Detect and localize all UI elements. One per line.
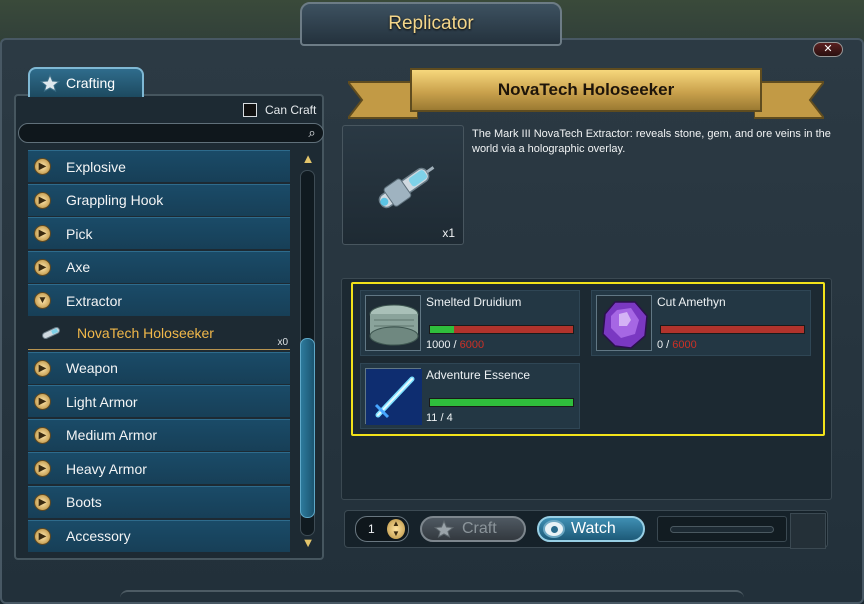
banner-ribbon-right <box>754 81 824 119</box>
material-have: 1000 <box>426 339 451 351</box>
material-separator: / <box>663 339 673 351</box>
quantity-spin-icon[interactable]: ▲ ▼ <box>387 519 405 539</box>
material-amount: 0 / 6000 <box>657 339 697 351</box>
window-bottom-frame <box>120 590 744 604</box>
arrow-right-icon: ▶ <box>34 258 51 276</box>
eye-icon <box>543 520 565 538</box>
material-amount: 1000 / 6000 <box>426 339 484 351</box>
close-button[interactable]: ✕ <box>813 42 843 57</box>
category-item[interactable]: ▶ Weapon <box>28 351 290 384</box>
category-label: Boots <box>66 494 102 511</box>
watch-button[interactable]: Watch <box>537 516 645 542</box>
essence-sword-icon <box>365 368 422 425</box>
category-item[interactable]: ▶ Boots <box>28 485 290 518</box>
item-title-banner: NovaTech Holoseeker <box>410 68 762 112</box>
material-adventure-essence[interactable]: Adventure Essence 11 / 4 <box>360 363 580 429</box>
craft-button[interactable]: Craft <box>420 516 526 542</box>
arrow-right-icon: ▶ <box>34 225 51 243</box>
window-title-tab: Replicator <box>300 2 562 46</box>
category-label: NovaTech Holoseeker <box>77 325 214 342</box>
material-progress-bar <box>429 398 574 407</box>
material-smelted-druidium[interactable]: Smelted Druidium 1000 / 6000 <box>360 290 580 356</box>
category-item[interactable]: ▶ Grappling Hook <box>28 183 290 216</box>
material-need: 4 <box>446 412 453 424</box>
item-description: The Mark III NovaTech Extractor: reveals… <box>472 128 831 155</box>
arrow-right-icon: ▶ <box>34 158 51 175</box>
quantity-value[interactable]: 1 <box>368 522 375 536</box>
close-icon: ✕ <box>823 43 833 55</box>
category-item[interactable]: ▶ Medium Armor <box>28 418 290 451</box>
craft-progress-track <box>670 526 774 533</box>
amethyn-gem-icon <box>596 295 652 351</box>
item-preview[interactable]: x1 <box>342 125 464 245</box>
material-progress-bar <box>429 325 574 334</box>
arrow-right-icon: ▶ <box>34 393 51 411</box>
arrow-right-icon: ▶ <box>34 191 51 209</box>
category-label: Light Armor <box>66 393 138 410</box>
craft-progress-bar <box>657 516 787 542</box>
craft-star-icon <box>434 520 454 538</box>
category-label: Weapon <box>66 360 118 377</box>
crafting-star-icon <box>40 74 60 92</box>
scroll-down-arrow-icon[interactable]: ▼ <box>299 536 317 550</box>
category-item[interactable]: ▶ Heavy Armor <box>28 452 290 485</box>
holoseeker-small-icon <box>42 327 60 340</box>
material-name: Smelted Druidium <box>426 295 522 309</box>
arrow-right-icon: ▶ <box>34 493 51 511</box>
craft-button-label: Craft <box>462 520 497 537</box>
material-name: Adventure Essence <box>426 368 531 382</box>
arrow-right-icon: ▶ <box>34 359 51 377</box>
category-label: Extractor <box>66 292 123 309</box>
window-title: Replicator <box>388 13 474 34</box>
tab-crafting[interactable]: Crafting <box>28 67 144 97</box>
arrow-right-icon: ▶ <box>34 426 51 444</box>
search-icon[interactable]: ⌕ <box>302 124 322 142</box>
material-need: 6000 <box>459 339 485 351</box>
search-input[interactable] <box>18 123 324 143</box>
arrow-right-icon: ▶ <box>34 460 51 478</box>
category-item[interactable]: ▶ Explosive <box>28 150 290 182</box>
druidium-ingot-icon <box>365 295 421 351</box>
material-separator: / <box>437 412 447 424</box>
material-name: Cut Amethyn <box>657 295 726 309</box>
category-label: Axe <box>66 259 91 276</box>
can-craft-checkbox[interactable] <box>243 103 257 117</box>
material-amount: 11 / 4 <box>426 412 453 424</box>
material-separator: / <box>450 339 460 351</box>
category-item[interactable]: ▶ Light Armor <box>28 385 290 418</box>
watch-button-label: Watch <box>571 520 616 537</box>
category-label: Heavy Armor <box>66 460 147 477</box>
quantity-stepper[interactable]: 1 ▲ ▼ <box>355 516 409 542</box>
banner-ribbon-left <box>348 81 418 119</box>
category-label: Pick <box>66 225 93 242</box>
category-item[interactable]: ▶ Accessory <box>28 519 290 552</box>
category-label: Medium Armor <box>66 427 158 444</box>
category-count: x0 <box>277 336 288 348</box>
action-slot[interactable] <box>790 513 826 549</box>
category-item[interactable]: NovaTech Holoseeker x0 <box>28 318 290 350</box>
material-progress-bar <box>660 325 805 334</box>
material-need: 6000 <box>672 339 697 351</box>
material-have: 11 <box>426 412 438 424</box>
can-craft-label: Can Craft <box>265 103 317 117</box>
item-quantity: x1 <box>442 226 455 240</box>
category-item[interactable]: ▶ Pick <box>28 217 290 250</box>
scroll-up-arrow-icon[interactable]: ▲ <box>299 152 317 166</box>
category-label: Accessory <box>66 528 131 545</box>
category-item[interactable]: ▼ Extractor <box>28 284 290 317</box>
arrow-down-icon: ▼ <box>34 292 51 310</box>
category-item[interactable]: ▶ Axe <box>28 250 290 283</box>
material-cut-amethyn[interactable]: Cut Amethyn 0 / 6000 <box>591 290 811 356</box>
category-label: Grappling Hook <box>66 192 164 209</box>
material-progress-fill <box>430 326 454 333</box>
tab-crafting-label: Crafting <box>66 75 116 91</box>
material-progress-fill <box>430 399 573 406</box>
arrow-right-icon: ▶ <box>34 527 51 545</box>
can-craft-filter[interactable]: Can Craft <box>243 103 316 117</box>
category-label: Explosive <box>66 158 126 175</box>
item-title: NovaTech Holoseeker <box>497 80 675 99</box>
scrollbar-thumb[interactable] <box>300 338 315 518</box>
category-list: ▶ Explosive ▶ Grappling Hook ▶ Pick ▶ Axe ▼ Extra… <box>28 150 290 553</box>
